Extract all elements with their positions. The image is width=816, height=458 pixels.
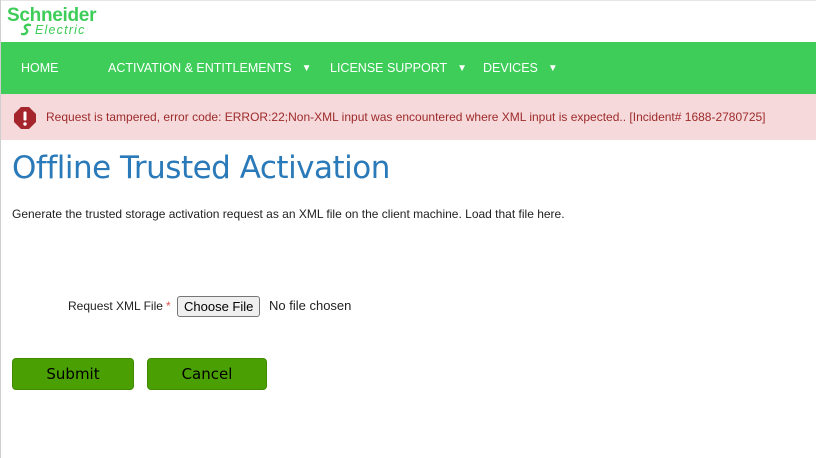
- nav-item-devices[interactable]: DEVICES ▼: [483, 42, 558, 94]
- submit-button[interactable]: Submit: [12, 358, 134, 390]
- cancel-button[interactable]: Cancel: [147, 358, 267, 390]
- alert-message: Request is tampered, error code: ERROR:2…: [46, 110, 766, 124]
- request-xml-file-label: Request XML File *: [68, 299, 171, 313]
- nav-item-label: HOME: [21, 61, 59, 75]
- nav-item-license-support[interactable]: LICENSE SUPPORT ▼: [330, 42, 467, 94]
- required-marker: *: [165, 299, 171, 313]
- logo-sub: Electric: [7, 23, 96, 37]
- no-file-chosen-text: No file chosen: [269, 298, 352, 313]
- page-description: Generate the trusted storage activation …: [12, 207, 565, 221]
- nav-item-home[interactable]: HOME: [21, 42, 59, 94]
- schneider-logo[interactable]: Schneider Electric: [7, 6, 96, 37]
- chevron-down-icon: ▼: [301, 62, 312, 74]
- nav-item-label: DEVICES: [483, 61, 538, 75]
- page-title: Offline Trusted Activation: [12, 150, 390, 186]
- header: Schneider Electric: [1, 0, 816, 43]
- nav-item-label: ACTIVATION & ENTITLEMENTS: [108, 61, 292, 75]
- main-nav: HOME ACTIVATION & ENTITLEMENTS ▼ LICENSE …: [1, 42, 816, 94]
- chevron-down-icon: ▼: [457, 62, 468, 74]
- alert-error-icon: [14, 107, 36, 129]
- nav-item-activation-entitlements[interactable]: ACTIVATION & ENTITLEMENTS ▼: [108, 42, 312, 94]
- chevron-down-icon: ▼: [547, 62, 558, 74]
- choose-file-button[interactable]: Choose File: [177, 296, 261, 317]
- error-alert: Request is tampered, error code: ERROR:2…: [1, 94, 816, 140]
- file-label-text: Request XML File: [68, 299, 163, 313]
- logo-sub-text: Electric: [35, 23, 86, 37]
- life-is-on-icon: [21, 23, 32, 36]
- nav-item-label: LICENSE SUPPORT: [330, 61, 448, 75]
